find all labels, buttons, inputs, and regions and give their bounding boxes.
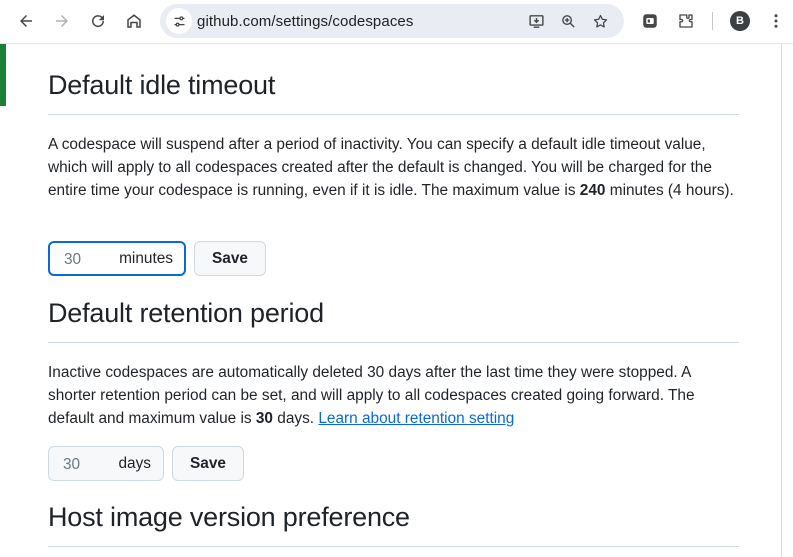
reload-icon[interactable] [84, 7, 112, 35]
host-image-heading: Host image version preference [48, 502, 410, 532]
retention-unit: days [118, 455, 151, 472]
site-info-icon[interactable] [166, 8, 192, 34]
retention-heading: Default retention period [48, 298, 324, 328]
idle-timeout-unit: minutes [119, 250, 173, 267]
idle-timeout-value[interactable]: 30 [64, 251, 81, 269]
profile-avatar[interactable]: B [730, 11, 750, 31]
retention-input[interactable]: 30 days [48, 446, 164, 481]
idle-timeout-heading: Default idle timeout [48, 70, 276, 100]
idle-timeout-section: Default idle timeout A codespace will su… [48, 70, 739, 202]
retention-learn-more-link[interactable]: Learn about retention setting [318, 410, 514, 427]
section-divider [48, 342, 739, 343]
url-text[interactable]: github.com/settings/codespaces [197, 13, 413, 30]
idle-timeout-save-button[interactable]: Save [194, 241, 266, 276]
zoom-icon[interactable] [558, 11, 578, 31]
puzzle-icon[interactable] [672, 7, 700, 35]
kebab-menu-icon[interactable] [762, 7, 790, 35]
content-right-border [781, 44, 782, 557]
clipped-text-fragment [374, 43, 384, 46]
idle-timeout-description: A codespace will suspend after a period … [48, 136, 734, 199]
retention-section: Default retention period Inactive codesp… [48, 298, 739, 430]
install-app-icon[interactable] [526, 11, 546, 31]
retention-description: Inactive codespaces are automatically de… [48, 364, 695, 427]
forward-arrow-icon[interactable] [48, 7, 76, 35]
section-divider [48, 546, 739, 547]
address-bar[interactable]: github.com/settings/codespaces [160, 4, 624, 38]
page-viewport: Default idle timeout A codespace will su… [0, 43, 793, 557]
extension-app-icon[interactable] [636, 7, 664, 35]
retention-save-button[interactable]: Save [172, 446, 244, 481]
section-divider [48, 114, 739, 115]
left-accent-bar [0, 44, 6, 106]
browser-toolbar: github.com/settings/codespaces B [0, 0, 793, 42]
back-arrow-icon[interactable] [12, 7, 40, 35]
toolbar-divider [712, 12, 713, 30]
retention-value[interactable]: 30 [63, 456, 80, 474]
host-image-section: Host image version preference [48, 502, 739, 547]
star-icon[interactable] [590, 11, 610, 31]
idle-timeout-input[interactable]: 30 minutes [48, 241, 186, 276]
home-icon[interactable] [120, 7, 148, 35]
